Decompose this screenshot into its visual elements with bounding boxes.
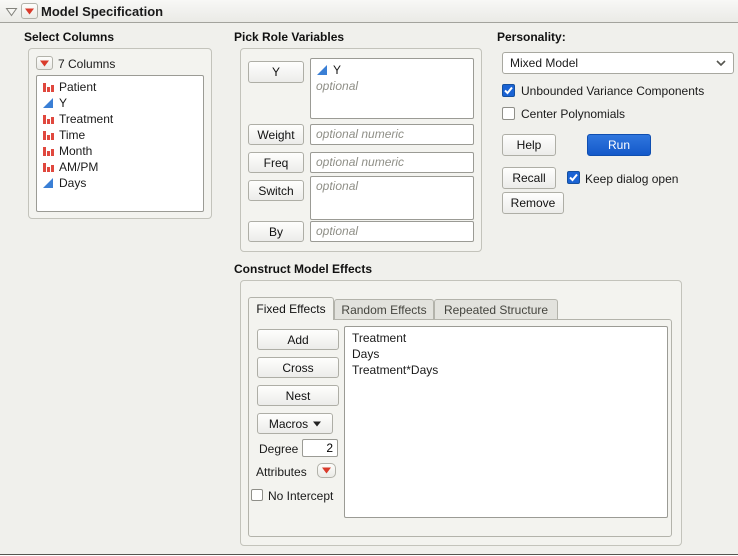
effect-item[interactable]: Treatment*Days (349, 362, 663, 378)
continuous-icon (42, 177, 54, 189)
freq-role-box[interactable]: optional numeric (310, 152, 474, 173)
personality-selected-value: Mixed Model (510, 56, 579, 70)
by-role-box[interactable]: optional (310, 221, 474, 242)
pick-roles-title: Pick Role Variables (234, 30, 345, 44)
switch-role-box[interactable]: optional (310, 176, 474, 220)
title-bar: Model Specification (0, 0, 738, 23)
column-label: Days (59, 176, 87, 190)
weight-role-box[interactable]: optional numeric (310, 124, 474, 145)
nominal-icon (42, 81, 54, 93)
center-polynomials-checkbox[interactable] (502, 107, 515, 120)
switch-role-placeholder: optional (316, 179, 359, 193)
column-item-ampm[interactable]: AM/PM (39, 159, 201, 175)
disclosure-triangle-icon[interactable] (5, 7, 18, 17)
continuous-icon (316, 64, 328, 76)
tab-label: Repeated Structure (443, 302, 549, 317)
nominal-icon (42, 161, 54, 173)
effects-listbox: Treatment Days Treatment*Days (344, 326, 668, 518)
switch-role-button[interactable]: Switch (248, 180, 304, 201)
columns-listbox: Patient Y Treatment Time Month AM/PM Day… (36, 75, 204, 212)
page-title: Model Specification (41, 4, 164, 19)
unbounded-variance-checkbox[interactable] (502, 84, 515, 97)
effect-label: Treatment*Days (352, 363, 439, 377)
column-label: Month (59, 144, 93, 158)
run-button[interactable]: Run (587, 134, 651, 156)
column-label: AM/PM (59, 160, 99, 174)
degree-input[interactable] (302, 439, 338, 457)
y-role-value: Y (333, 63, 342, 77)
column-item-time[interactable]: Time (39, 127, 201, 143)
effect-item[interactable]: Treatment (349, 330, 663, 346)
nest-button[interactable]: Nest (257, 385, 339, 406)
degree-label: Degree (259, 442, 299, 456)
column-item-days[interactable]: Days (39, 175, 201, 191)
red-triangle-menu-button[interactable] (21, 3, 38, 19)
macros-button[interactable]: Macros (257, 413, 333, 434)
column-item-patient[interactable]: Patient (39, 79, 201, 95)
column-item-month[interactable]: Month (39, 143, 201, 159)
nominal-icon (42, 129, 54, 141)
center-polynomials-label: Center Polynomials (521, 107, 626, 121)
personality-label: Personality: (497, 30, 566, 44)
weight-role-button[interactable]: Weight (248, 124, 304, 145)
effect-label: Days (352, 347, 380, 361)
triangle-down-icon (313, 421, 322, 427)
column-label: Y (59, 96, 68, 110)
effect-label: Treatment (352, 331, 407, 345)
y-role-box[interactable]: Y optional (310, 58, 474, 119)
nominal-icon (42, 113, 54, 125)
column-label: Patient (59, 80, 97, 94)
cross-button[interactable]: Cross (257, 357, 339, 378)
columns-count-label: 7 Columns (58, 57, 116, 71)
column-label: Treatment (59, 112, 114, 126)
remove-button[interactable]: Remove (502, 192, 564, 214)
recall-button[interactable]: Recall (502, 167, 556, 189)
unbounded-variance-label: Unbounded Variance Components (521, 84, 705, 98)
tab-label: Fixed Effects (256, 302, 326, 316)
freq-role-button[interactable]: Freq (248, 152, 304, 173)
check-icon (569, 173, 578, 182)
tab-fixed-effects[interactable]: Fixed Effects (248, 297, 334, 320)
freq-role-placeholder: optional numeric (316, 155, 405, 169)
no-intercept-checkbox[interactable] (251, 489, 263, 501)
tab-repeated-structure[interactable]: Repeated Structure (434, 299, 558, 319)
weight-role-placeholder: optional numeric (316, 127, 405, 141)
model-effects-title: Construct Model Effects (234, 262, 373, 276)
effect-item[interactable]: Days (349, 346, 663, 362)
nominal-icon (42, 145, 54, 157)
chevron-down-icon (716, 60, 726, 66)
attributes-red-triangle-button[interactable] (317, 463, 336, 478)
check-icon (504, 86, 513, 95)
y-role-placeholder: optional (316, 79, 359, 93)
personality-select[interactable]: Mixed Model (502, 52, 734, 74)
column-item-y[interactable]: Y (39, 95, 201, 111)
tab-random-effects[interactable]: Random Effects (334, 299, 434, 319)
columns-red-triangle-menu-button[interactable] (36, 56, 53, 70)
macros-label: Macros (268, 416, 309, 431)
tab-label: Random Effects (341, 302, 427, 317)
keep-dialog-open-checkbox[interactable] (567, 171, 580, 184)
y-role-entry[interactable]: Y (313, 62, 471, 78)
column-label: Time (59, 128, 86, 142)
continuous-icon (42, 97, 54, 109)
keep-dialog-open-label: Keep dialog open (585, 172, 679, 186)
add-button[interactable]: Add (257, 329, 339, 350)
select-columns-title: Select Columns (24, 30, 115, 44)
attributes-label: Attributes (256, 465, 307, 479)
column-item-treatment[interactable]: Treatment (39, 111, 201, 127)
y-role-button[interactable]: Y (248, 61, 304, 83)
by-role-button[interactable]: By (248, 221, 304, 242)
no-intercept-label: No Intercept (268, 489, 334, 503)
by-role-placeholder: optional (316, 224, 359, 238)
model-specification-window: Model Specification Select Columns 7 Col… (0, 0, 738, 555)
help-button[interactable]: Help (502, 134, 556, 156)
